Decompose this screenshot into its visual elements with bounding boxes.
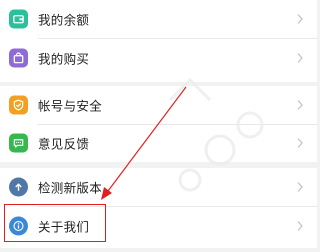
menu-item-check-update[interactable]: 检测新版本: [0, 168, 317, 206]
upload-arrow-icon: [9, 177, 28, 197]
highlight-box: [4, 204, 106, 242]
chevron-right-icon: [296, 181, 304, 193]
menu-group-account: 我的余额 我的购买: [0, 0, 317, 82]
chevron-right-icon: [296, 52, 304, 64]
menu-item-label: 意见反馈: [38, 137, 90, 152]
shield-check-icon: [9, 95, 28, 115]
chevron-right-icon: [296, 13, 304, 25]
menu-item-purchases[interactable]: 我的购买: [0, 39, 317, 77]
menu-item-balance[interactable]: 我的余额: [0, 0, 317, 38]
menu-item-label: 我的购买: [38, 52, 90, 67]
menu-item-label: 帐号与安全: [38, 99, 103, 114]
menu-item-feedback[interactable]: 意见反馈: [0, 124, 317, 162]
chevron-right-icon: [296, 137, 304, 149]
wallet-icon: [9, 9, 28, 29]
chevron-right-icon: [296, 220, 304, 232]
menu-item-label: 我的余额: [38, 13, 90, 28]
menu-item-label: 检测新版本: [38, 181, 103, 196]
chat-bubble-icon: [9, 133, 28, 153]
menu-group-settings: 帐号与安全 意见反馈: [0, 86, 317, 162]
menu-item-account-security[interactable]: 帐号与安全: [0, 86, 317, 124]
shopping-bag-icon: [9, 48, 28, 68]
chevron-right-icon: [296, 99, 304, 111]
